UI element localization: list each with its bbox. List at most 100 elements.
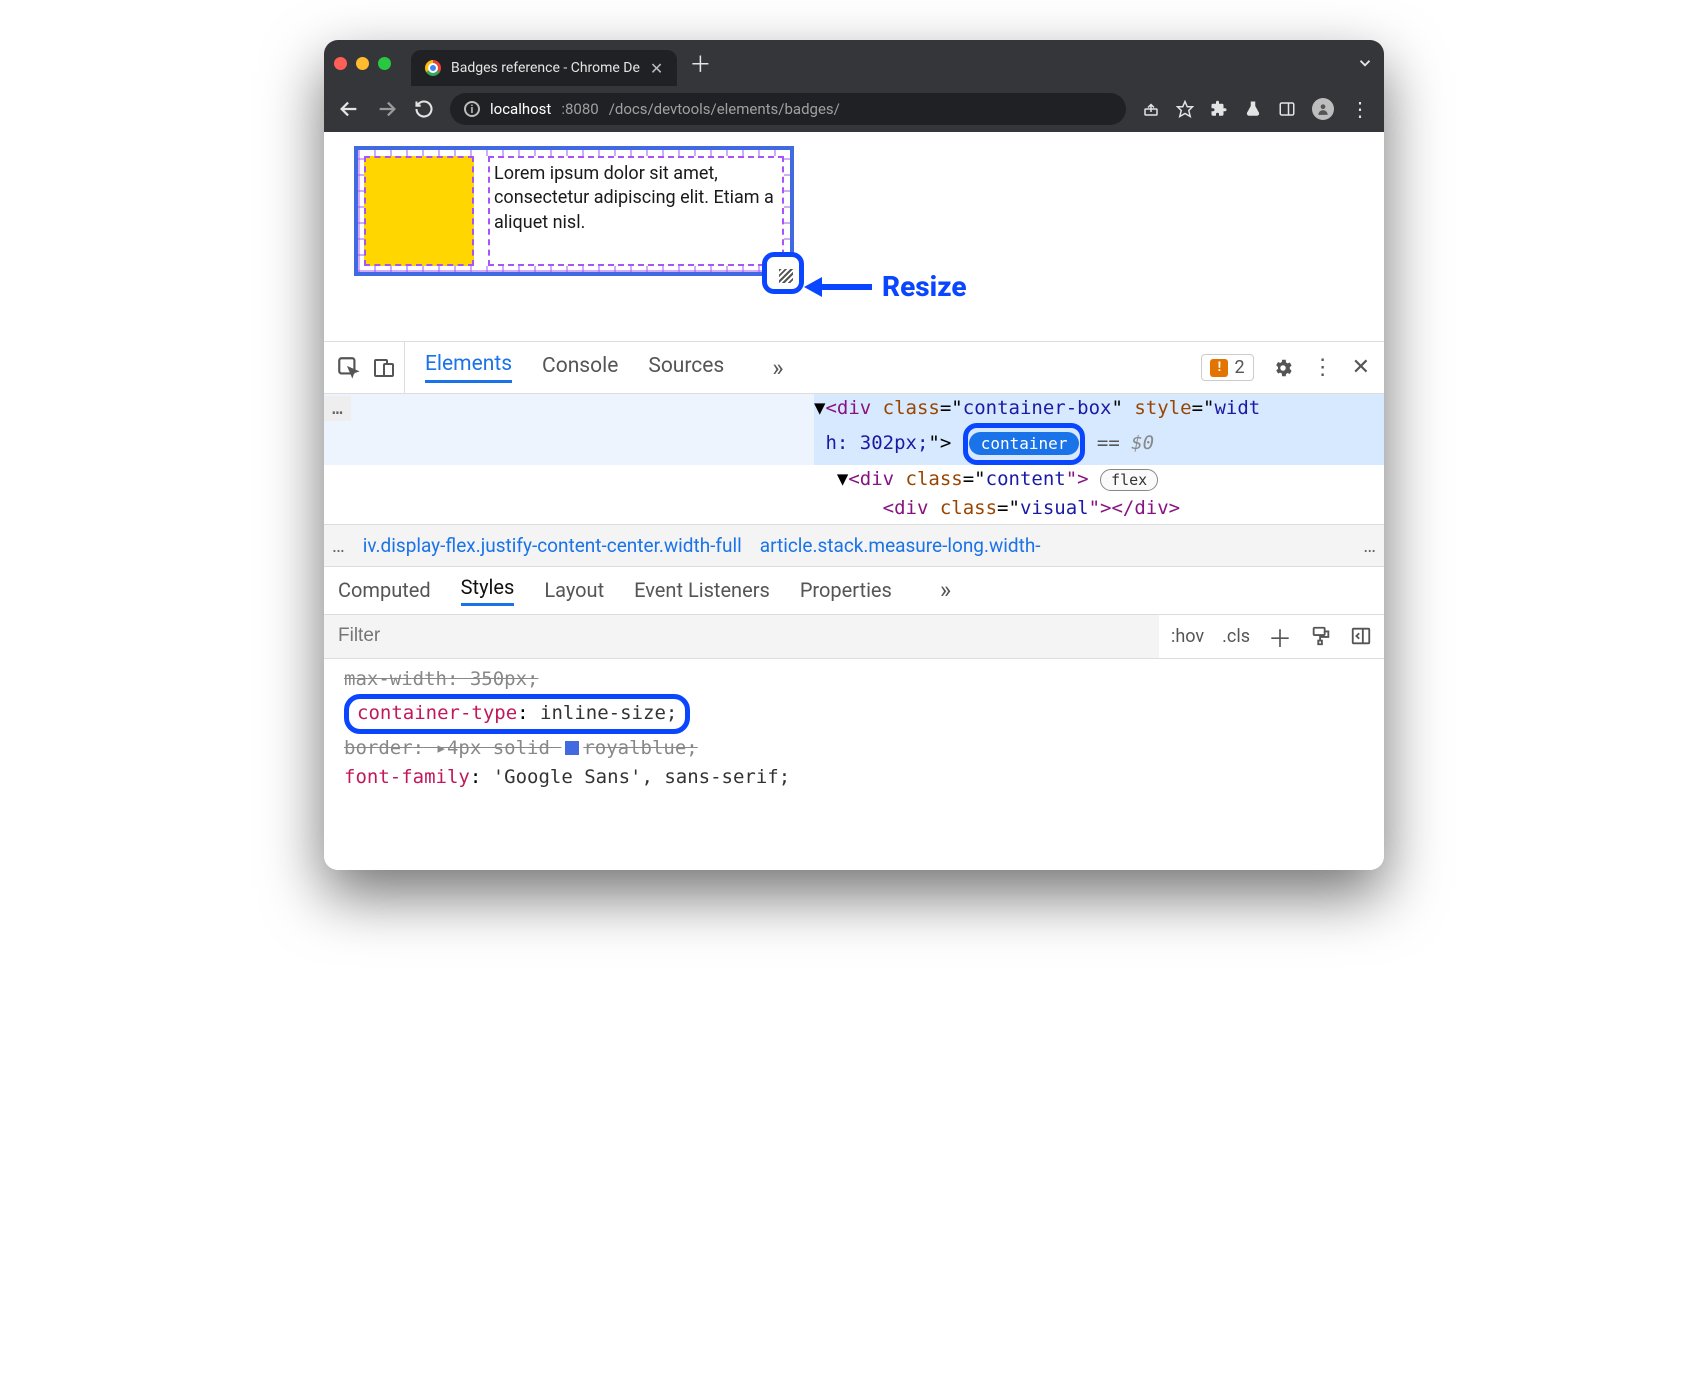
t: style xyxy=(1134,397,1191,419)
t: class xyxy=(906,468,963,490)
bookmark-star-icon[interactable] xyxy=(1176,100,1194,118)
styles-filter-row: :hov .cls ＋ xyxy=(324,615,1384,659)
close-window-icon[interactable] xyxy=(334,57,347,70)
minimize-window-icon[interactable] xyxy=(356,57,369,70)
styles-subtabs: Computed Styles Layout Event Listeners P… xyxy=(324,567,1384,615)
t: <div xyxy=(825,397,882,419)
subtab-properties[interactable]: Properties xyxy=(800,578,892,602)
rule-border[interactable]: border: ▸4px solid royalblue; xyxy=(344,734,1364,763)
t: 350px; xyxy=(458,668,538,690)
reload-button[interactable] xyxy=(414,99,434,119)
t: class xyxy=(940,497,997,519)
url-host: localhost xyxy=(490,100,551,118)
issues-button[interactable]: !2 xyxy=(1201,354,1253,381)
warning-icon: ! xyxy=(1210,359,1228,377)
titlebar: Badges reference - Chrome De ✕ ＋ xyxy=(324,40,1384,86)
t: "> xyxy=(1066,468,1089,490)
dollar-zero: $0 xyxy=(1131,432,1154,454)
t: <div xyxy=(883,497,940,519)
crumb-right[interactable]: article.stack.measure-long.width- xyxy=(760,534,1041,557)
t: h: 302px; xyxy=(825,432,928,454)
traffic-lights xyxy=(334,57,391,70)
cls-toggle[interactable]: .cls xyxy=(1222,626,1250,647)
panel-icon[interactable] xyxy=(1278,100,1296,118)
t: =" xyxy=(997,497,1020,519)
t: " xyxy=(1111,397,1134,419)
t: =" xyxy=(1192,397,1215,419)
subtab-event-listeners[interactable]: Event Listeners xyxy=(634,578,770,602)
t: 4px solid xyxy=(447,737,561,759)
extensions-icon[interactable] xyxy=(1210,100,1228,118)
new-tab-button[interactable]: ＋ xyxy=(689,47,711,79)
browser-tab[interactable]: Badges reference - Chrome De ✕ xyxy=(411,50,677,86)
container-box-preview[interactable]: Lorem ipsum dolor sit amet, consectetur … xyxy=(354,146,794,276)
maximize-window-icon[interactable] xyxy=(378,57,391,70)
rule-font-family[interactable]: font-family: 'Google Sans', sans-serif; xyxy=(344,763,1364,792)
tab-console[interactable]: Console xyxy=(542,354,618,382)
tabs-chevron-icon[interactable] xyxy=(1356,54,1374,72)
tab-elements[interactable]: Elements xyxy=(425,352,512,383)
t: "></div> xyxy=(1089,497,1181,519)
url-port: :8080 xyxy=(561,100,598,118)
subtab-layout[interactable]: Layout xyxy=(544,578,604,602)
menu-icon[interactable]: ⋮ xyxy=(1350,97,1370,121)
color-swatch-icon[interactable] xyxy=(565,741,579,755)
visual-box xyxy=(364,156,474,266)
css-rules[interactable]: max-width: 350px; container-type: inline… xyxy=(324,659,1384,799)
profile-avatar[interactable] xyxy=(1312,98,1334,120)
t: =" xyxy=(940,397,963,419)
toggle-sidebar-icon[interactable] xyxy=(1350,625,1372,647)
ellipsis-icon[interactable]: … xyxy=(324,396,351,421)
t: royalblue; xyxy=(583,737,697,759)
settings-icon[interactable] xyxy=(1272,357,1294,379)
share-icon[interactable] xyxy=(1142,100,1160,118)
t: 'Google Sans', sans-serif; xyxy=(481,766,790,788)
t: == xyxy=(1085,432,1131,454)
dom-row-content[interactable]: ▼<div class="content"> flex xyxy=(814,465,1384,494)
t: "> xyxy=(928,432,951,454)
t: border xyxy=(344,737,413,759)
back-button[interactable] xyxy=(338,98,360,120)
devtools-toolbar: Elements Console Sources » !2 ⋮ ✕ xyxy=(324,342,1384,394)
dom-tree[interactable]: … ▼<div class="container-box" style="wid… xyxy=(324,394,1384,525)
t: inline-size; xyxy=(529,702,678,724)
chrome-icon xyxy=(425,60,441,76)
dom-row-visual[interactable]: <div class="visual"></div> xyxy=(814,494,1384,523)
subtab-computed[interactable]: Computed xyxy=(338,578,431,602)
hov-toggle[interactable]: :hov xyxy=(1171,626,1204,647)
kebab-icon[interactable]: ⋮ xyxy=(1312,355,1334,380)
site-info-icon[interactable]: i xyxy=(464,101,480,117)
close-tab-icon[interactable]: ✕ xyxy=(650,59,663,78)
dom-breadcrumbs[interactable]: … iv.display-flex.justify-content-center… xyxy=(324,525,1384,567)
dom-row-container-box[interactable]: ▼<div class="container-box" style="widt xyxy=(814,394,1384,423)
new-style-rule-icon[interactable]: ＋ xyxy=(1268,619,1292,654)
close-devtools-icon[interactable]: ✕ xyxy=(1352,355,1370,380)
styles-filter-input[interactable] xyxy=(324,615,1159,658)
paint-icon[interactable] xyxy=(1310,625,1332,647)
t: font-family xyxy=(344,766,470,788)
more-tabs-icon[interactable]: » xyxy=(772,354,783,382)
more-subtabs-icon[interactable]: » xyxy=(940,576,951,604)
subtab-styles[interactable]: Styles xyxy=(461,575,515,606)
dom-row-container-box-2[interactable]: h: 302px;"> container == $0 xyxy=(814,423,1384,464)
crumb-left[interactable]: iv.display-flex.justify-content-center.w… xyxy=(363,534,742,557)
t: class xyxy=(883,397,940,419)
rule-container-type[interactable]: container-type: inline-size; xyxy=(344,694,1364,733)
forward-button[interactable] xyxy=(376,98,398,120)
flex-badge[interactable]: flex xyxy=(1100,469,1158,491)
rule-max-width[interactable]: max-width: 350px; xyxy=(344,665,1364,694)
page-preview: Lorem ipsum dolor sit amet, consectetur … xyxy=(324,132,1384,342)
tab-sources[interactable]: Sources xyxy=(648,354,724,382)
resize-handle[interactable] xyxy=(762,252,804,294)
t: container-box xyxy=(963,397,1112,419)
t: visual xyxy=(1020,497,1089,519)
labs-icon[interactable] xyxy=(1244,100,1262,118)
t: max-width xyxy=(344,668,447,690)
crumb-ellipsis-right[interactable]: … xyxy=(1363,534,1376,557)
issues-count: 2 xyxy=(1234,357,1244,378)
url-field[interactable]: i localhost:8080/docs/devtools/elements/… xyxy=(450,93,1126,125)
container-badge[interactable]: container xyxy=(969,432,1080,455)
crumb-ellipsis-left[interactable]: … xyxy=(332,534,345,557)
inspect-icon[interactable] xyxy=(336,355,362,381)
device-toggle-icon[interactable] xyxy=(372,356,396,380)
